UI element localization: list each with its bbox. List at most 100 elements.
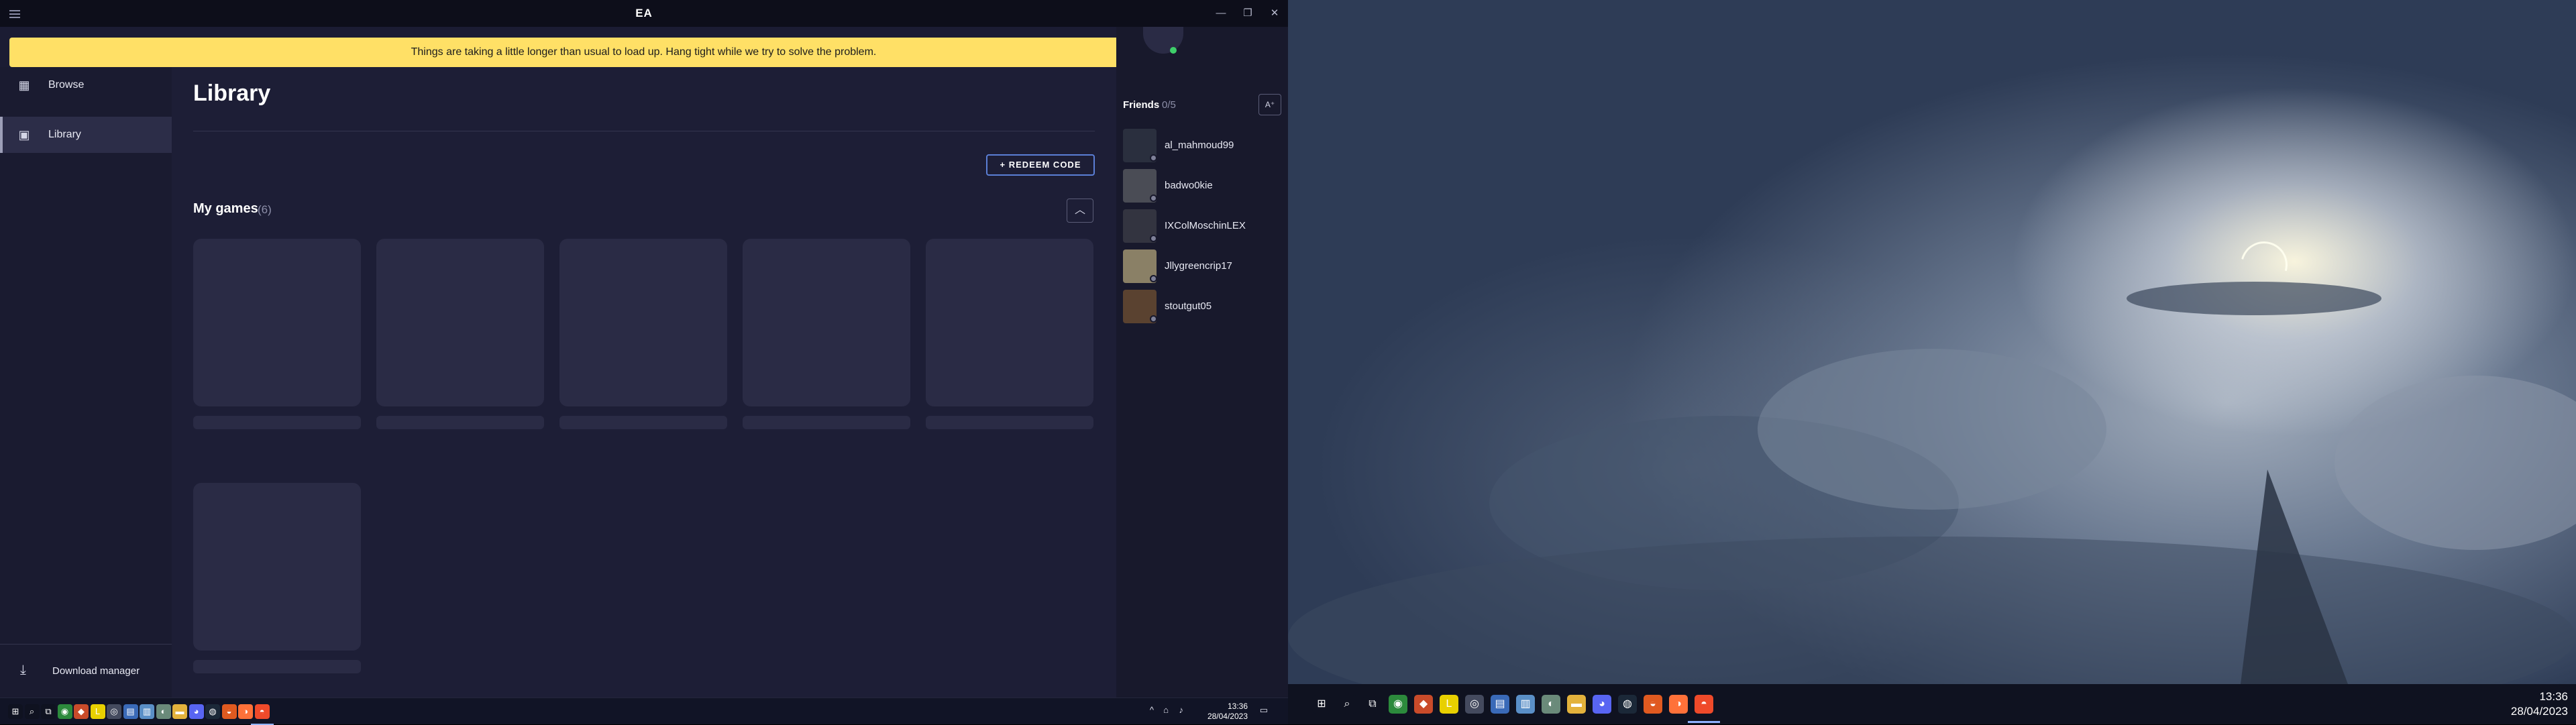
cloud-shape <box>1758 349 2106 510</box>
status-dot-icon <box>1150 235 1157 242</box>
notes-icon[interactable]: ▥ <box>1516 695 1535 714</box>
notifications-icon[interactable]: ▭ <box>1260 705 1268 716</box>
task-view-icon[interactable]: ⧉ <box>41 704 56 719</box>
desktop-wallpaper <box>1288 0 2576 724</box>
file-explorer-icon[interactable]: ▬ <box>172 704 187 719</box>
cloud-shape <box>2127 282 2381 315</box>
library-icon: ▣ <box>18 128 30 142</box>
game-title-placeholder <box>376 416 544 429</box>
friend-name: badwo0kie <box>1165 180 1213 191</box>
ea-icon[interactable]: ◒ <box>221 704 237 719</box>
clock-time: 13:36 <box>2539 690 2568 703</box>
taskbar-right: ⊞ ⌕ ⧉ ◉ ◆ L ◎ ▤ ▥ ◐ ▬ ◕ ◍ ◒ ◑ ◓ 13:36 28/04/2023 <box>1288 684 2576 724</box>
windows-start-icon[interactable]: ⊞ <box>1312 695 1331 714</box>
chrome-icon[interactable]: ◉ <box>1389 695 1407 714</box>
friend-row[interactable]: badwo0kie <box>1123 169 1284 203</box>
search-icon[interactable]: ⌕ <box>1338 695 1356 714</box>
live-icon[interactable]: L <box>1440 695 1458 714</box>
ea-app-window: EA — ❐ ✕ Things are taking a little long… <box>0 0 1288 725</box>
user-avatar[interactable] <box>1143 27 1183 54</box>
search-icon[interactable]: ⌕ <box>24 704 40 719</box>
game-tile-placeholder[interactable] <box>193 239 361 406</box>
task-view-icon[interactable]: ⧉ <box>1363 695 1382 714</box>
download-icon: ⤓ <box>20 663 26 677</box>
warning-banner: Things are taking a little longer than u… <box>9 38 1278 67</box>
status-dot-icon <box>1150 315 1157 323</box>
stone-path <box>2241 469 2348 684</box>
sidebar-item-label: Browse <box>48 79 85 91</box>
firefox-icon[interactable]: ◑ <box>1669 695 1688 714</box>
chevron-up-icon[interactable]: ^ <box>1150 705 1154 715</box>
minimize-button[interactable]: — <box>1211 5 1231 21</box>
network-icon[interactable]: ⌂ <box>1163 705 1169 715</box>
friend-row[interactable]: al_mahmoud99 <box>1123 129 1284 162</box>
calculator-icon[interactable]: ▤ <box>123 704 138 719</box>
discord-icon[interactable]: ◕ <box>189 704 204 719</box>
friend-name: IXColMoschinLEX <box>1165 220 1246 231</box>
game-title-placeholder <box>926 416 1093 429</box>
ea-app-icon[interactable]: ◓ <box>1688 695 1720 723</box>
status-dot-icon <box>1150 194 1157 202</box>
download-manager-button[interactable]: ⤓ Download manager <box>0 652 172 689</box>
sidebar-item-label: Library <box>48 129 81 140</box>
sidebar-divider <box>0 644 172 645</box>
game-tile-placeholder[interactable] <box>193 483 361 651</box>
maximize-button[interactable]: ❐ <box>1238 5 1258 21</box>
calculator-icon[interactable]: ▤ <box>1491 695 1509 714</box>
windows-start-icon[interactable]: ⊞ <box>8 704 23 719</box>
title-bar: EA — ❐ ✕ <box>0 0 1288 27</box>
steam-icon[interactable]: ◍ <box>205 704 220 719</box>
taskbar-left: ⊞ ⌕ ⧉ ◉ ◆ L ◎ ▤ ▥ ◐ ▬ ◕ ◍ ◒ ◑ ◓ ^ ⌂ ♪ 13:36 28/04/2023 … <box>0 698 1288 725</box>
close-button[interactable]: ✕ <box>1265 5 1285 21</box>
friend-row[interactable]: IXColMoschinLEX <box>1123 209 1284 243</box>
app-icon[interactable]: ◆ <box>74 704 89 719</box>
friends-heading: Friends <box>1123 99 1160 111</box>
friend-name: Jllygreencrip17 <box>1165 260 1232 272</box>
game-title-placeholder <box>193 416 361 429</box>
sidebar-item-browse[interactable]: ▦ Browse <box>0 67 172 103</box>
live-icon[interactable]: L <box>90 704 105 719</box>
chrome-icon[interactable]: ◉ <box>57 704 72 719</box>
game-tile-placeholder[interactable] <box>376 239 544 406</box>
notes-icon[interactable]: ▥ <box>140 704 154 719</box>
cloud-shape <box>2334 376 2576 550</box>
friend-row[interactable]: stoutgut05 <box>1123 290 1284 323</box>
app-title: EA <box>635 7 653 19</box>
volume-icon[interactable]: ♪ <box>1179 705 1184 715</box>
my-games-heading: My games <box>193 201 258 216</box>
file-explorer-icon[interactable]: ▬ <box>1567 695 1586 714</box>
game-title-placeholder <box>743 416 910 429</box>
redeem-code-button[interactable]: + REDEEM CODE <box>986 154 1095 176</box>
friend-name: al_mahmoud99 <box>1165 140 1234 151</box>
grid-icon: ▦ <box>18 78 30 92</box>
app2-icon[interactable]: ◐ <box>156 704 171 719</box>
taskbar-clock-right[interactable]: 13:36 28/04/2023 <box>2494 689 2568 719</box>
collapse-section-button[interactable]: ︿ <box>1067 199 1093 223</box>
app2-icon[interactable]: ◐ <box>1542 695 1560 714</box>
media-icon[interactable]: ◎ <box>1465 695 1484 714</box>
firefox-icon[interactable]: ◑ <box>238 704 253 719</box>
game-tile-placeholder[interactable] <box>559 239 727 406</box>
friends-panel: Friends 0/5 A⁺ al_mahmoud99 badwo0kie IXCo… <box>1116 27 1288 698</box>
ea-icon[interactable]: ◒ <box>1644 695 1662 714</box>
game-title-placeholder <box>559 416 727 429</box>
discord-icon[interactable]: ◕ <box>1593 695 1611 714</box>
library-main: Library + REDEEM CODE My games (6) ︿ <box>172 67 1116 698</box>
app-icon[interactable]: ◆ <box>1414 695 1433 714</box>
clock-time: 13:36 <box>1227 702 1248 711</box>
game-tile-placeholder[interactable] <box>926 239 1093 406</box>
status-dot-icon <box>1150 154 1157 162</box>
taskbar-clock[interactable]: 13:36 28/04/2023 <box>1187 702 1248 722</box>
clock-date: 28/04/2023 <box>1207 712 1248 721</box>
sidebar: ▦ Browse ▣ Library ⤓ Download manager <box>0 67 172 698</box>
ea-app-icon[interactable]: ◓ <box>250 704 274 725</box>
sidebar-item-library[interactable]: ▣ Library <box>0 117 172 153</box>
friend-row[interactable]: Jllygreencrip17 <box>1123 249 1284 283</box>
media-icon[interactable]: ◎ <box>107 704 121 719</box>
game-tile-placeholder[interactable] <box>743 239 910 406</box>
my-games-count: (6) <box>258 203 272 216</box>
add-friend-icon[interactable]: A⁺ <box>1258 94 1281 115</box>
steam-icon[interactable]: ◍ <box>1618 695 1637 714</box>
desktop-right: ⊞ ⌕ ⧉ ◉ ◆ L ◎ ▤ ▥ ◐ ▬ ◕ ◍ ◒ ◑ ◓ 13:36 28/04/2023 <box>1288 0 2576 724</box>
friend-name: stoutgut05 <box>1165 300 1212 312</box>
